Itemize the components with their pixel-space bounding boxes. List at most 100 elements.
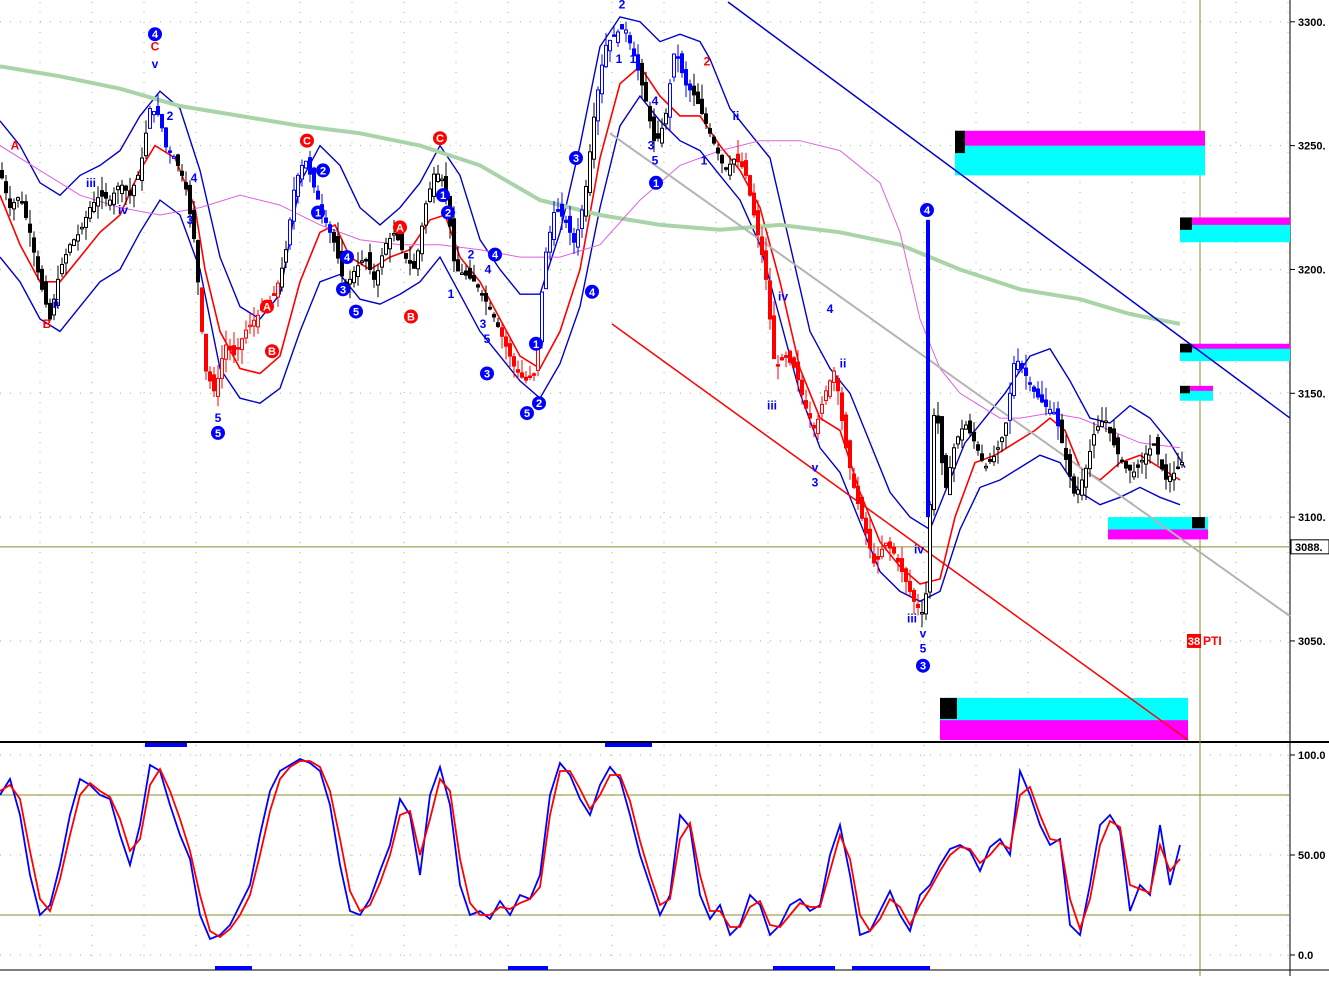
candle-body	[40, 268, 44, 290]
candle-body	[600, 64, 604, 95]
wave-label: iii	[767, 399, 777, 413]
candle-body	[428, 188, 432, 202]
candle-body	[960, 428, 964, 441]
candle-body	[184, 182, 188, 190]
wave-label-text: 3	[340, 284, 346, 296]
candle-body	[292, 189, 296, 222]
candle-body	[996, 447, 1000, 450]
candle-body	[880, 548, 884, 558]
candle-body	[0, 170, 4, 179]
wave-label: 2	[167, 109, 174, 123]
candle-body	[384, 242, 388, 255]
wave-label-text: B	[268, 346, 276, 358]
candle-body	[720, 154, 724, 164]
candle-body	[1164, 464, 1168, 480]
candle	[620, 24, 624, 30]
candle-body	[356, 265, 360, 278]
candle-body	[660, 127, 664, 144]
candle-body	[792, 357, 796, 368]
candle-body	[276, 282, 280, 298]
candle-body	[488, 306, 492, 310]
candle-body	[964, 424, 968, 430]
candle-body	[1096, 426, 1100, 431]
candle-body	[140, 157, 144, 181]
candle-body	[796, 361, 800, 381]
candle-body	[468, 267, 472, 279]
candle-body	[1100, 421, 1104, 428]
zone-marker	[1192, 517, 1205, 529]
candle-body	[800, 379, 804, 396]
wave-label-circled: 4	[340, 250, 354, 265]
candle-body	[716, 147, 720, 154]
wave-label-text: 2	[536, 398, 542, 410]
candle-body	[416, 250, 420, 270]
candle-body	[1044, 399, 1048, 407]
wave-label: v	[152, 57, 159, 71]
candle-body	[1116, 437, 1120, 455]
candle-body	[1084, 467, 1088, 488]
candle-body	[620, 24, 624, 30]
candle-body	[640, 62, 644, 86]
candle-body	[180, 170, 184, 176]
candle-body	[160, 114, 164, 129]
candle-body	[896, 557, 900, 563]
zone-cyan	[955, 145, 1205, 176]
candle-body	[700, 98, 704, 114]
wave-label: iv	[914, 542, 924, 556]
price-tick-label: 3250.	[1298, 141, 1326, 153]
candle-body	[164, 127, 168, 148]
candle-body	[556, 209, 560, 212]
candle-body	[828, 380, 832, 397]
candle-body	[1104, 420, 1108, 424]
candle	[1072, 473, 1076, 497]
candle-body	[1124, 460, 1128, 469]
candle-body	[204, 333, 208, 372]
candle	[748, 174, 752, 198]
candle-body	[200, 287, 204, 332]
candle-body	[28, 223, 32, 233]
candle-body	[312, 167, 316, 188]
candle-body	[316, 190, 320, 200]
wave-label: 5	[920, 641, 927, 655]
candle-body	[756, 210, 760, 236]
candle-body	[736, 153, 740, 163]
candle-body	[1060, 419, 1064, 444]
wave-label: 1	[630, 52, 637, 66]
candle-body	[940, 416, 944, 464]
candle-body	[424, 203, 428, 226]
candle-body	[16, 197, 20, 201]
candle-body	[1036, 388, 1040, 398]
wave-label-text: 1	[533, 339, 539, 351]
wave-label: C	[151, 40, 160, 54]
zone-cyan	[1180, 348, 1290, 362]
wave-label-circled: 3	[569, 151, 583, 166]
candle-body	[932, 415, 936, 511]
candle-body	[992, 455, 996, 463]
wave-label-circled: 1	[649, 175, 663, 190]
candle-body	[768, 280, 772, 320]
candle-body	[784, 355, 788, 358]
candle-body	[304, 160, 308, 169]
candle-body	[232, 345, 236, 356]
candle-body	[1016, 360, 1020, 370]
candle-body	[1092, 434, 1096, 446]
wave-label-circled: 3	[480, 366, 494, 381]
candle-body	[988, 459, 992, 462]
candle-body	[636, 54, 640, 71]
candle-body	[1144, 453, 1148, 465]
wave-label: iv	[778, 290, 788, 304]
price-tick-label: 3100.	[1298, 512, 1326, 524]
candle-body	[328, 224, 332, 233]
zone-marker	[940, 697, 957, 719]
candle-body	[920, 611, 924, 615]
price-tick-label: 3150.	[1298, 388, 1326, 400]
candle-body	[888, 541, 892, 549]
candle	[304, 160, 308, 169]
candle	[40, 265, 44, 292]
candle-body	[504, 336, 508, 347]
wave-label: 2	[704, 54, 711, 68]
candle	[944, 452, 948, 490]
candle-body	[68, 244, 72, 253]
candle-body	[772, 315, 776, 360]
wave-label: v	[920, 627, 927, 641]
